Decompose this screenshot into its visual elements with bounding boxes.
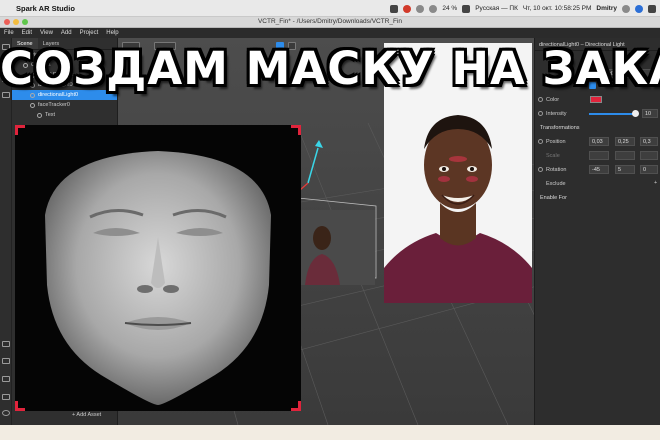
intensity-row: Intensity 10 xyxy=(535,108,660,120)
toolbar-test-device-icon[interactable] xyxy=(2,341,10,347)
scale-z-input[interactable] xyxy=(640,151,658,160)
enable-for-label: Enable For xyxy=(540,195,567,201)
enable-for-section[interactable]: Enable For xyxy=(535,192,660,204)
clock[interactable]: Чт, 10 окт. 10:58:25 PM xyxy=(523,5,592,12)
macos-menubar: Spark AR Studio 24 % Русская — ПК Чт, 10… xyxy=(0,0,660,17)
rotation-y-input[interactable]: 5 xyxy=(615,165,635,174)
position-label: Position xyxy=(546,139,566,145)
window-bottom-margin xyxy=(0,425,660,440)
exclude-label: Exclude xyxy=(546,181,566,187)
intensity-label: Intensity xyxy=(546,111,567,117)
frame-corner-bottom-left xyxy=(15,401,25,411)
rotation-z-input[interactable]: 0 xyxy=(640,165,658,174)
intensity-icon xyxy=(538,111,543,116)
scale-y-input[interactable] xyxy=(615,151,635,160)
sync-icon[interactable] xyxy=(416,4,425,13)
toolbar-settings-icon[interactable] xyxy=(2,394,10,400)
screenshot-root: Spark AR Studio 24 % Русская — ПК Чт, 10… xyxy=(0,0,660,440)
rotation-row: Rotation -45 5 0 xyxy=(535,164,660,176)
user-name[interactable]: Dmitry xyxy=(596,5,617,12)
position-row: Position 0,03 0,25 0,3 xyxy=(535,136,660,148)
scene-node-icon xyxy=(30,102,35,108)
scale-x-input[interactable] xyxy=(589,151,609,160)
position-y-input[interactable]: 0,25 xyxy=(615,137,635,146)
headline-banner: СОЗДАМ МАСКУ НА ЗАКАЗ xyxy=(0,42,660,95)
frame-corner-top-left xyxy=(15,125,25,135)
rotation-x-input[interactable]: -45 xyxy=(589,165,609,174)
record-icon[interactable] xyxy=(403,4,412,13)
input-source[interactable]: Русская — ПК xyxy=(475,5,518,12)
scene-tree-item-label: Text xyxy=(45,112,56,118)
exclude-row: Exclude + xyxy=(535,178,660,190)
intensity-slider-knob[interactable] xyxy=(632,110,639,117)
battery-icon[interactable] xyxy=(462,4,471,13)
face-mask-preview xyxy=(15,125,301,411)
scene-tree-item[interactable]: faceTracker0 xyxy=(12,100,117,110)
window-title: VCTR_Fin* - /Users/Dmitry/Downloads/VCTR… xyxy=(257,18,403,25)
toolbar-upload-icon[interactable] xyxy=(2,358,10,364)
menu-help[interactable]: Help xyxy=(102,30,122,36)
add-asset-button[interactable]: + Add Asset xyxy=(72,412,101,418)
menu-view[interactable]: View xyxy=(36,30,57,36)
position-x-input[interactable]: 0,03 xyxy=(589,137,609,146)
intensity-slider[interactable] xyxy=(589,113,635,115)
status-app-icon[interactable] xyxy=(390,4,399,13)
viewport-person-preview xyxy=(300,210,375,285)
intensity-input[interactable]: 10 xyxy=(642,109,658,118)
search-icon[interactable] xyxy=(622,4,630,13)
menubar-app-name[interactable]: Spark AR Studio xyxy=(16,4,75,13)
toolbar-help-icon[interactable] xyxy=(2,410,10,416)
siri-icon[interactable] xyxy=(635,4,643,13)
battery-percent[interactable]: 24 % xyxy=(442,5,457,12)
frame-corner-bottom-right xyxy=(291,401,301,411)
scale-row: Scale xyxy=(535,150,660,162)
exclude-add-icon[interactable]: + xyxy=(654,180,657,186)
position-icon xyxy=(538,139,543,144)
transform-gizmo[interactable] xyxy=(299,140,323,191)
face-mask-render xyxy=(45,151,271,405)
menu-project[interactable]: Project xyxy=(76,30,103,36)
wifi-icon[interactable] xyxy=(429,4,438,13)
transformations-section[interactable]: Transformations xyxy=(535,122,660,134)
transformations-label: Transformations xyxy=(540,125,580,131)
menu-file[interactable]: File xyxy=(0,30,18,36)
menu-edit[interactable]: Edit xyxy=(18,30,36,36)
app-menu: File Edit View Add Project Help xyxy=(0,28,660,38)
notification-center-icon[interactable] xyxy=(648,4,656,13)
position-z-input[interactable]: 0,3 xyxy=(640,137,658,146)
frame-corner-top-right xyxy=(291,125,301,135)
toolbar-library-icon[interactable] xyxy=(2,376,10,382)
window-titlebar: VCTR_Fin* - /Users/Dmitry/Downloads/VCTR… xyxy=(0,17,660,28)
scene-node-icon xyxy=(37,112,42,118)
rotation-label: Rotation xyxy=(546,167,567,173)
rotation-icon xyxy=(538,167,543,172)
scene-tree-item-label: faceTracker0 xyxy=(38,102,70,108)
menubar-status-area: 24 % Русская — ПК Чт, 10 окт. 10:58:25 P… xyxy=(390,0,656,17)
scene-tree-item[interactable]: Text xyxy=(12,110,117,120)
scale-label: Scale xyxy=(546,153,560,159)
menu-add[interactable]: Add xyxy=(57,30,76,36)
